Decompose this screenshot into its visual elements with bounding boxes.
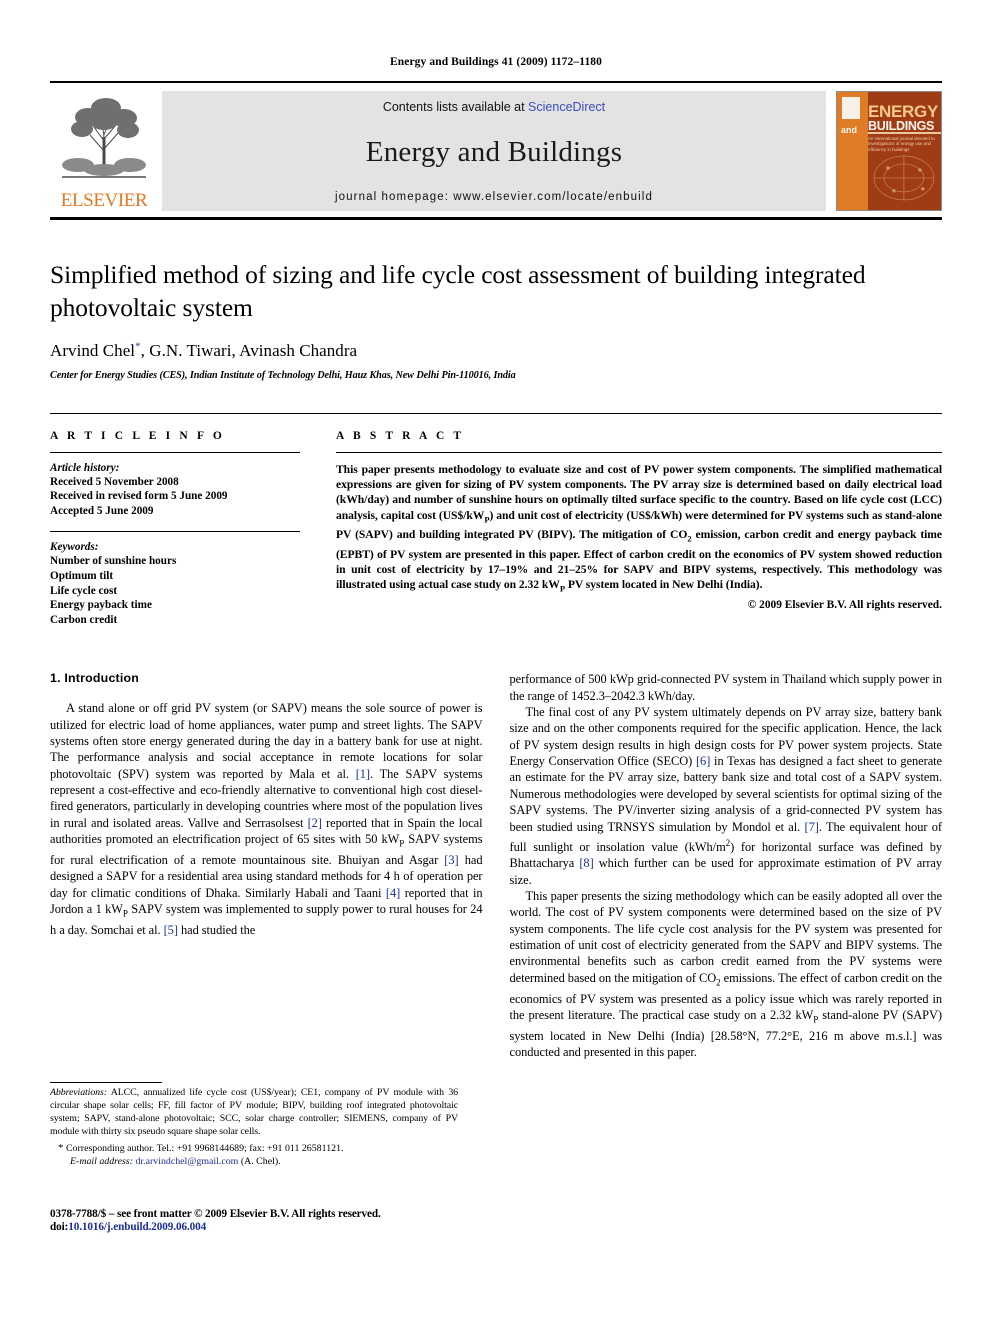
affiliation: Center for Energy Studies (CES), Indian … [50,369,516,381]
abstract-part-4: PV system located in New Delhi (India). [564,578,763,592]
history-revised: Received in revised form 5 June 2009 [50,490,228,503]
journal-name: Energy and Buildings [365,136,623,168]
keyword-item: Number of sunshine hours [50,555,177,568]
email-link[interactable]: dr.arvindchel@gmail.com [135,1156,238,1167]
elsevier-wordmark: ELSEVIER [60,190,148,211]
intro-paragraph-1: A stand alone or off grid PV system (or … [50,700,483,938]
info-divider-mid [50,531,300,533]
article-info-column: A R T I C L E I N F O Article history: R… [50,430,300,628]
keywords-label: Keywords: [50,541,99,554]
intro-paragraph-2: The final cost of any PV system ultimate… [510,704,943,888]
abstract-divider [336,451,942,453]
citation-ref-7[interactable]: [7] [805,820,819,834]
journal-article-page: Energy and Buildings 41 (2009) 1172–1180 [0,0,992,1323]
doi-label: doi: [50,1221,69,1233]
author-list: Arvind Chel*, G.N. Tiwari, Avinash Chand… [50,340,942,361]
author-names: Arvind Chel*, G.N. Tiwari, Avinash Chand… [50,340,358,360]
citation-ref-5[interactable]: [5] [164,923,178,937]
citation-ref-4[interactable]: [4] [386,886,400,900]
journal-homepage-link[interactable]: journal homepage: www.elsevier.com/locat… [335,191,653,203]
elsevier-branding: ELSEVIER [50,91,162,211]
contents-available-line: Contents lists available at ScienceDirec… [383,100,605,114]
citation-ref-6[interactable]: [6] [696,754,710,768]
email-address-label: E-mail address: [70,1155,133,1167]
footnotes-block: Abbreviations: ALCC, annualized life cyc… [50,1082,458,1168]
cover-energy-text: ENERGY [868,102,938,121]
citation-ref-3[interactable]: [3] [444,853,458,867]
asterisk-icon: * [58,1141,64,1154]
keyword-item: Carbon credit [50,613,118,626]
article-info-heading: A R T I C L E I N F O [50,429,225,442]
citation-ref-1[interactable]: [1] [356,767,370,781]
history-accepted: Accepted 5 June 2009 [50,504,154,517]
citation-ref-8[interactable]: [8] [579,856,593,870]
doi-link[interactable]: 10.1016/j.enbuild.2009.06.004 [68,1221,206,1233]
keyword-item: Energy payback time [50,599,152,612]
intro-text-h: had studied the [177,922,256,937]
keyword-item: Life cycle cost [50,584,118,597]
abstract-text: This paper presents methodology to evalu… [336,462,942,597]
abbreviations-note: Abbreviations: ALCC, annualized life cyc… [50,1087,458,1139]
section-heading-introduction: 1. Introduction [50,671,140,686]
sciencedirect-link[interactable]: ScienceDirect [528,100,605,114]
journal-masthead: ELSEVIER Contents lists available at Sci… [50,81,942,211]
title-block: Simplified method of sizing and life cyc… [50,258,942,381]
journal-cover-thumbnail: and ENERGY BUILDINGS An international jo… [836,91,942,211]
abbreviations-label: Abbreviations: [50,1087,107,1098]
abstract-heading: A B S T R A C T [336,429,465,442]
article-history-label: Article history: [50,461,120,474]
body-right-column: performance of 500 kWp grid-connected PV… [510,671,943,1060]
cover-buildings-text: BUILDINGS [868,119,935,133]
body-left-column: 1. Introduction A stand alone or off gri… [50,671,483,1060]
footnote-separator-rule [50,1082,162,1083]
info-abstract-section: A R T I C L E I N F O Article history: R… [50,412,942,628]
intro-paragraph-3: This paper presents the sizing methodolo… [510,888,943,1060]
abstract-column: A B S T R A C T This paper presents meth… [336,430,942,628]
page-title: Simplified method of sizing and life cyc… [50,260,866,322]
keyword-item: Optimum tilt [50,570,114,583]
masthead-bottom-rule [50,217,942,220]
contents-prefix: Contents lists available at [382,100,529,114]
history-received: Received 5 November 2008 [50,475,179,488]
cover-divider [868,132,941,134]
journal-title-band: Contents lists available at ScienceDirec… [162,91,826,211]
corresponding-author-note: * Corresponding author. Tel.: +91 996814… [50,1142,458,1155]
email-suffix: (A. Chel). [238,1155,281,1167]
doi-line: doi:10.1016/j.enbuild.2009.06.004 [50,1221,480,1233]
page-footer: 0378-7788/$ – see front matter © 2009 El… [50,1208,480,1233]
body-two-column-layout: 1. Introduction A stand alone or off gri… [50,671,942,1060]
intro-paragraph-1-continued: performance of 500 kWp grid-connected PV… [509,672,943,703]
abbreviations-text: ALCC, annualized life cycle cost (US$/ye… [50,1087,458,1137]
info-divider-top [50,451,300,453]
abstract-copyright: © 2009 Elsevier B.V. All rights reserved… [747,598,942,611]
corresponding-author-marker: * [135,340,141,352]
cover-elsevier-mark [842,97,860,119]
citation-ref-2[interactable]: [2] [308,816,322,830]
email-note: E-mail address: dr.arvindchel@gmail.com … [50,1155,458,1168]
issn-copyright-line: 0378-7788/$ – see front matter © 2009 El… [50,1208,381,1220]
running-head: Energy and Buildings 41 (2009) 1172–1180 [390,56,602,68]
corresponding-author-text: Corresponding author. Tel.: +91 99681446… [65,1142,344,1154]
cover-and-text: and [841,125,858,135]
cover-artwork [873,155,935,201]
elsevier-tree-logo [62,98,146,178]
